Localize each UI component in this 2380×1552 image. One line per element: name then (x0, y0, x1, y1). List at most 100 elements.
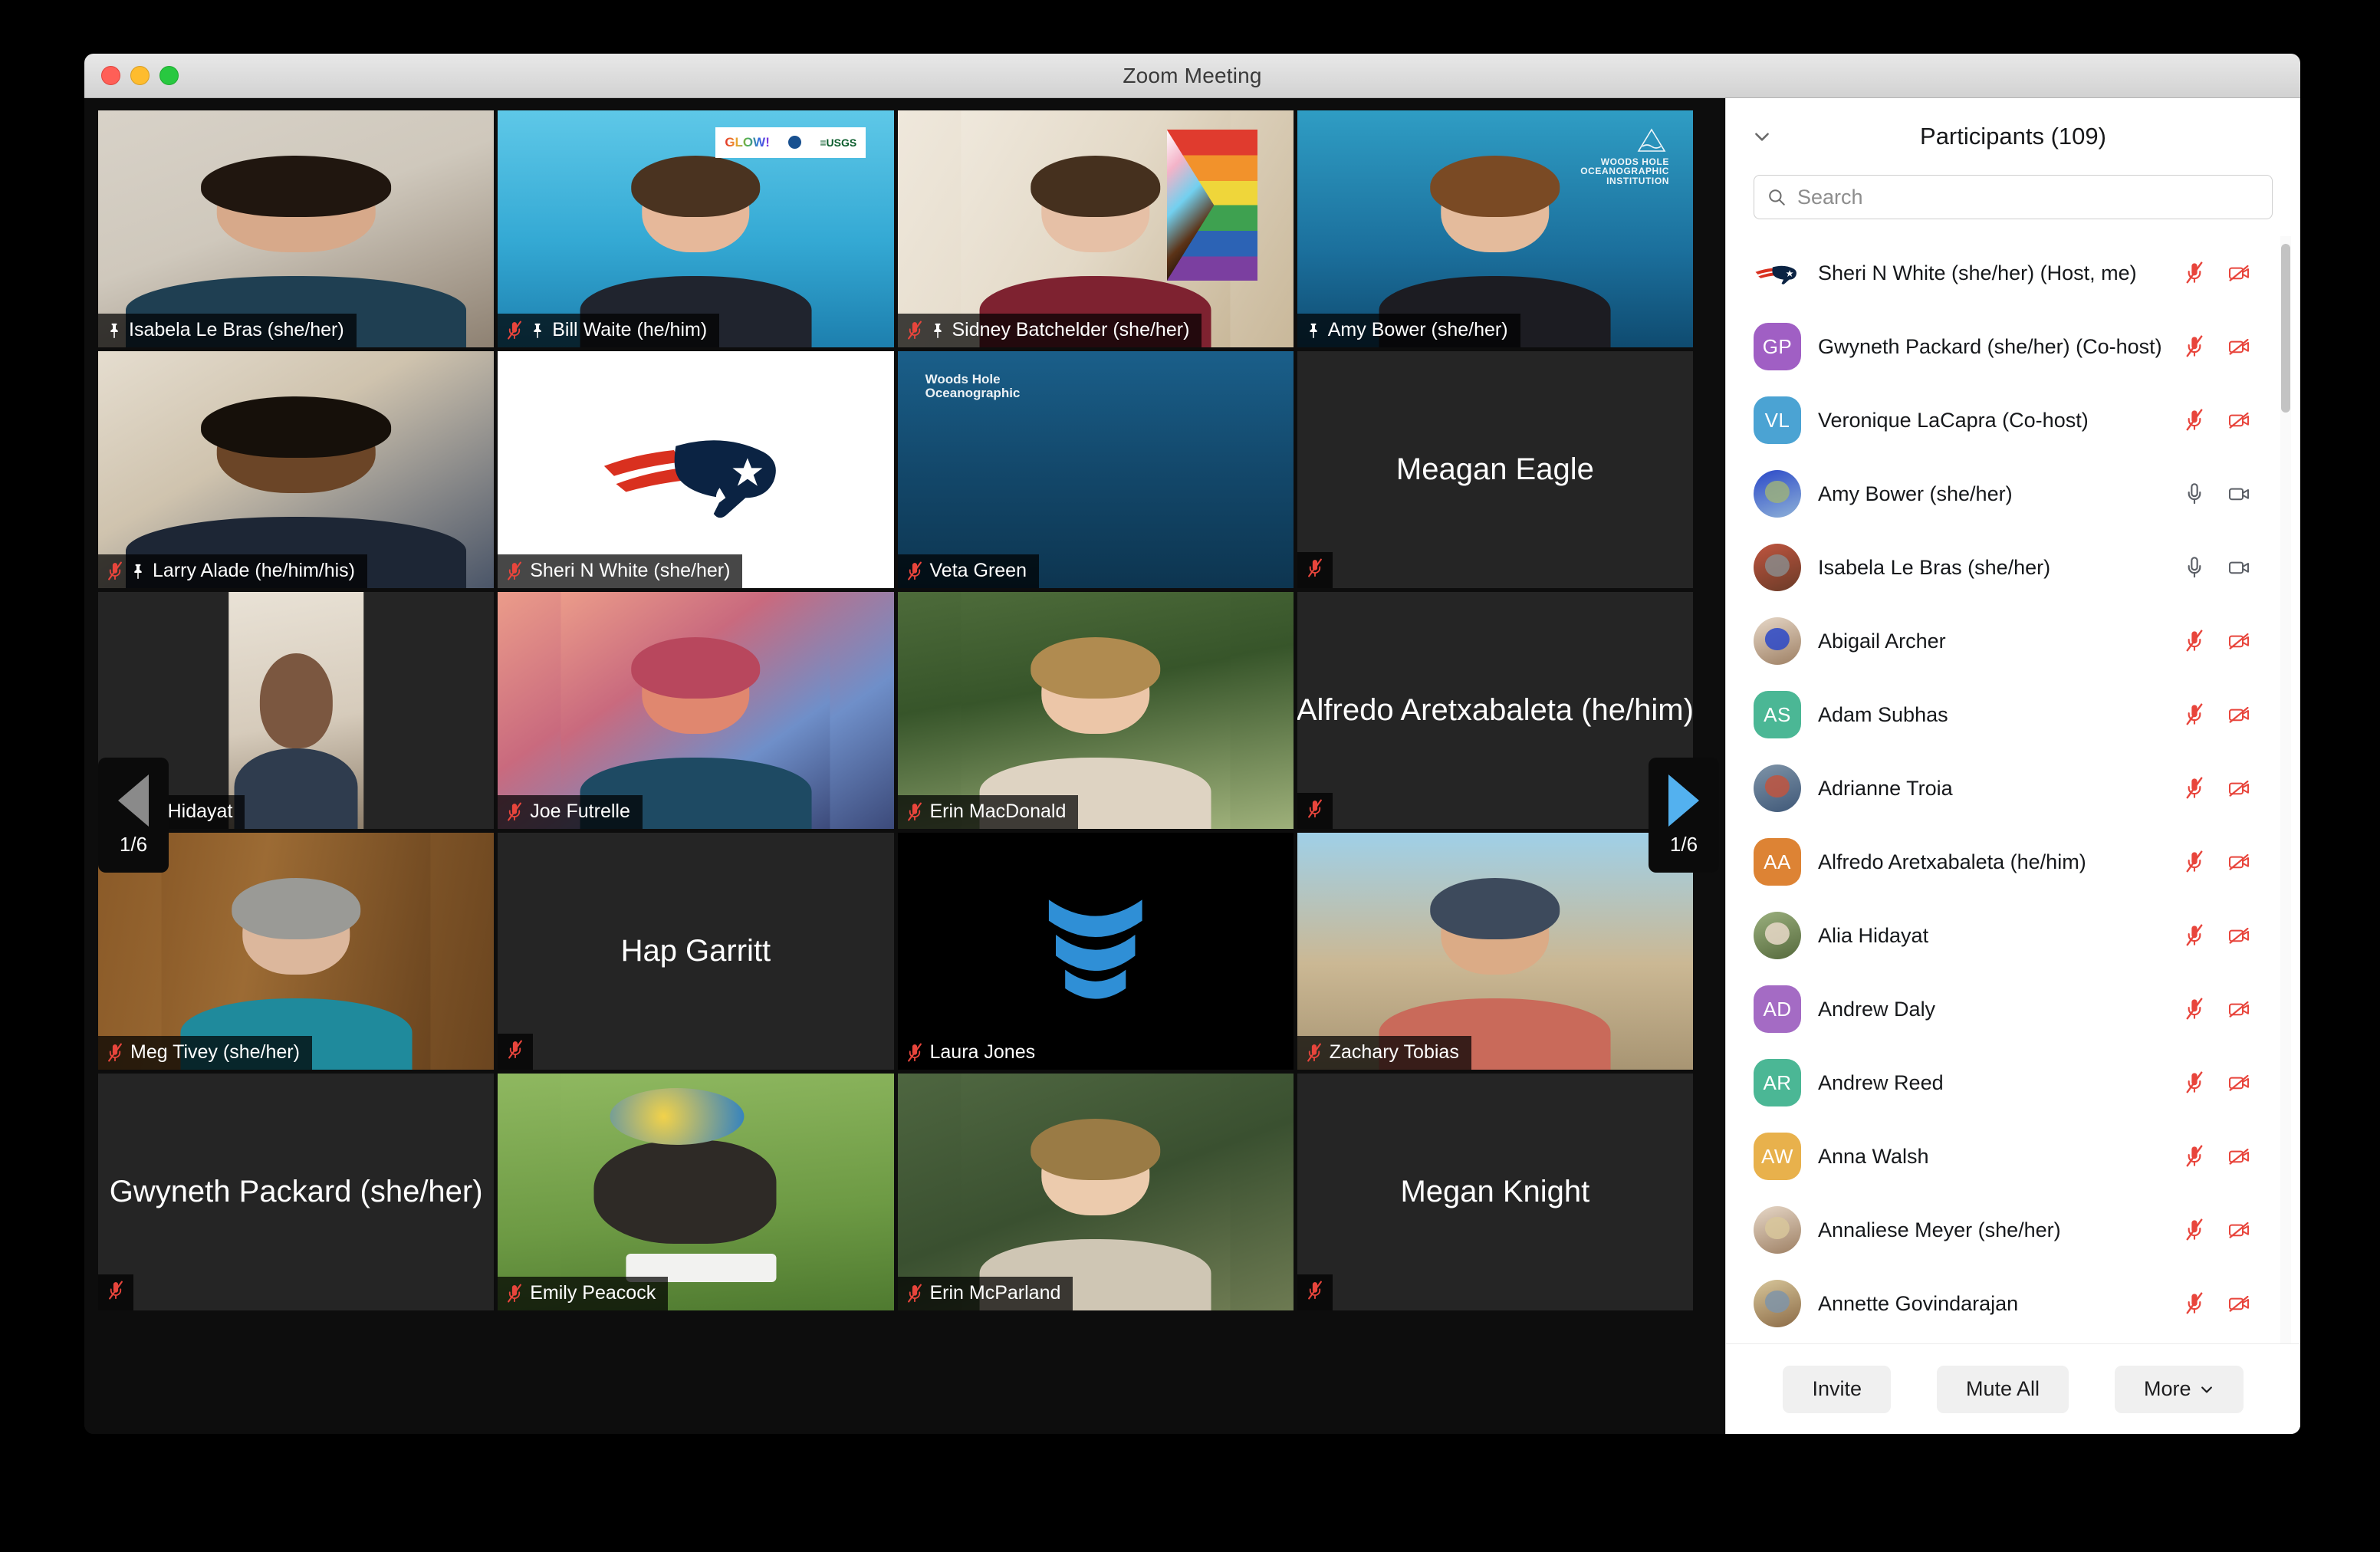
participant-row[interactable]: AW Anna Walsh (1754, 1120, 2300, 1193)
participant-row[interactable]: Alia Hidayat (1754, 899, 2300, 972)
participant-row[interactable]: Adrianne Troia (1754, 751, 2300, 825)
patriots-logo (603, 439, 776, 518)
participant-avatar (1754, 912, 1801, 959)
participant-name: Annette Govindarajan (1818, 1291, 2019, 1315)
mic-off-icon (907, 321, 922, 340)
video-tile[interactable]: Meagan Eagle (1297, 351, 1693, 588)
participant-name: Amy Bower (she/her) (1818, 482, 2013, 505)
next-page-button[interactable]: 1/6 (1649, 758, 1719, 873)
video-off-icon (2229, 633, 2249, 649)
video-tile[interactable]: Zachary Tobias (1297, 833, 1693, 1070)
video-tile[interactable]: Larry Alade (he/him/his) (98, 351, 495, 588)
video-on-icon (2229, 488, 2249, 501)
more-button[interactable]: More (2115, 1365, 2244, 1413)
tile-overlay (961, 833, 1231, 1070)
search-input[interactable] (1797, 185, 2260, 209)
participant-row[interactable]: AD Andrew Daly (1754, 972, 2300, 1046)
pin-icon (134, 564, 142, 579)
mute-all-button[interactable]: Mute All (1936, 1365, 2069, 1413)
pride-flag-decoration (1166, 129, 1258, 281)
participant-row[interactable]: VL Veronique LaCapra (Co-host) (1754, 383, 2300, 457)
participant-row[interactable]: Abigail Archer (1754, 604, 2300, 678)
video-tile[interactable]: Erin McParland (897, 1074, 1294, 1310)
tile-background (897, 592, 1294, 829)
participant-video-grid: Isabela Le Bras (she/her) GLOW! ≡USGS Bi… (98, 110, 1693, 1310)
participant-status-icons (2184, 1292, 2250, 1315)
participant-row[interactable]: AS Adam Subhas (1754, 678, 2300, 751)
participant-avatar (1754, 1206, 1801, 1254)
more-button-label: More (2144, 1377, 2191, 1400)
video-off-icon (2229, 412, 2249, 429)
glow-usgs-banner: GLOW! ≡USGS (715, 127, 866, 158)
video-tile[interactable]: Isabela Le Bras (she/her) (98, 110, 495, 347)
participant-avatar: AS (1754, 691, 1801, 738)
tile-participant-name: Erin MacDonald (929, 801, 1067, 822)
mic-off-icon (2186, 1292, 2203, 1314)
hair-shape (631, 636, 761, 699)
video-tile[interactable]: Sidney Batchelder (she/her) (897, 110, 1294, 347)
participant-list[interactable]: Sheri N White (she/her) (Host, me) GP Gwy… (1726, 236, 2300, 1343)
video-off-icon (2229, 1222, 2249, 1238)
video-tile[interactable]: WOODS HOLE OCEANOGRAPHIC INSTITUTION Amy B… (1297, 110, 1693, 347)
tile-participant-name: Laura Jones (929, 1041, 1036, 1063)
participant-list-scrollbar[interactable] (2280, 236, 2291, 1343)
video-tile[interactable]: Erin MacDonald (897, 592, 1294, 829)
tile-participant-name: Veta Green (929, 560, 1027, 581)
participant-row[interactable]: GP Gwyneth Packard (she/her) (Co-host) (1754, 310, 2300, 383)
dog-shape (593, 1139, 777, 1245)
mic-off-icon (2186, 1071, 2203, 1093)
participant-avatar (1754, 617, 1801, 665)
invite-button[interactable]: Invite (1783, 1365, 1891, 1413)
participant-status-icons (2184, 482, 2250, 505)
tile-participant-name: Isabela Le Bras (she/her) (129, 319, 344, 340)
participant-row[interactable]: Annaliese Meyer (she/her) (1754, 1193, 2300, 1267)
participant-photo (560, 592, 830, 829)
tile-background (498, 592, 894, 829)
laura-jones-avatar-logo (1048, 899, 1142, 999)
video-tile[interactable]: Laura Jones (897, 833, 1294, 1070)
participant-name: Andrew Daly (1818, 997, 1936, 1021)
video-tile[interactable]: Megan Knight (1297, 1074, 1693, 1310)
chevron-down-icon (2201, 1386, 2212, 1393)
tile-mute-badge (1297, 793, 1333, 829)
tile-name-label: Zachary Tobias (1297, 1036, 1471, 1070)
participant-row[interactable]: AA Alfredo Aretxabaleta (he/him) (1754, 825, 2300, 899)
scrollbar-thumb[interactable] (2281, 244, 2290, 413)
video-tile[interactable]: GLOW! ≡USGS Bill Waite (he/him) (498, 110, 894, 347)
search-box[interactable] (1754, 175, 2273, 219)
mic-off-icon (508, 561, 522, 580)
video-tile[interactable]: Emily Peacock (498, 1074, 894, 1310)
participant-status-icons (2184, 261, 2250, 284)
participant-avatar (1754, 1280, 1801, 1327)
video-tile[interactable]: Woods Hole Oceanographic Veta Green (897, 351, 1294, 588)
video-off-icon (2229, 927, 2249, 944)
mic-off-icon (508, 802, 522, 821)
participant-row[interactable]: Isabela Le Bras (she/her) (1754, 531, 2300, 604)
participant-row[interactable] (1754, 1340, 2300, 1343)
video-tile[interactable]: Hap Garritt (498, 833, 894, 1070)
participant-row[interactable]: Annette Govindarajan (1754, 1267, 2300, 1340)
video-tile[interactable]: Gwyneth Packard (she/her) (98, 1074, 495, 1310)
participant-row[interactable]: Amy Bower (she/her) (1754, 457, 2300, 531)
chevron-down-icon[interactable] (1752, 127, 1772, 146)
participant-photo (1360, 833, 1630, 1070)
video-tile[interactable]: Joe Futrelle (498, 592, 894, 829)
video-off-icon (2229, 780, 2249, 797)
tile-mute-badge (98, 1274, 133, 1310)
hair-shape (201, 396, 392, 459)
video-tile[interactable]: Sheri N White (she/her) (498, 351, 894, 588)
tile-background (897, 110, 1294, 347)
previous-page-button[interactable]: 1/6 (98, 758, 169, 873)
hair-shape (1430, 877, 1560, 940)
participant-name: Alfredo Aretxabaleta (he/him) (1818, 850, 2086, 873)
video-tile[interactable]: Alfredo Aretxabaleta (he/him) (1297, 592, 1693, 829)
participant-row[interactable]: Sheri N White (she/her) (Host, me) (1754, 236, 2300, 310)
mic-off-icon (109, 1281, 123, 1300)
mic-off-icon (907, 802, 922, 821)
tile-name-label: Erin McParland (897, 1277, 1073, 1310)
participant-photo (228, 592, 363, 829)
avatar-face-shape (1764, 774, 1790, 798)
participant-row[interactable]: AR Andrew Reed (1754, 1046, 2300, 1120)
tile-overlay: Woods Hole Oceanographic (898, 351, 1294, 588)
next-page-indicator: 1/6 (1669, 832, 1698, 856)
